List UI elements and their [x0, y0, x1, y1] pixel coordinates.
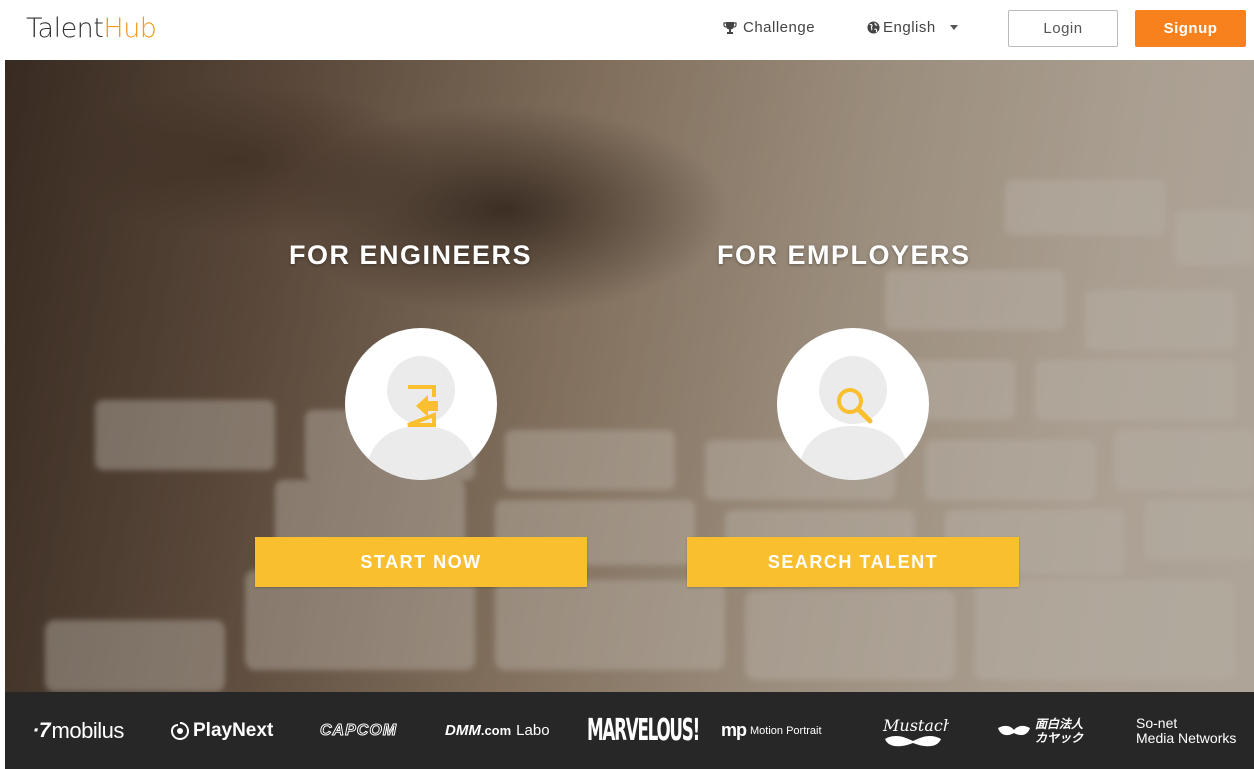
top-header: TalentHub Challenge English Login Signup	[0, 0, 1254, 60]
challenge-label: Challenge	[743, 19, 816, 36]
engineer-avatar-circle	[345, 328, 497, 480]
sponsor-capcom[interactable]: CAPCOM	[319, 692, 398, 769]
for-employers-title: FOR EMPLOYERS	[717, 240, 971, 270]
sponsor-dmm-labo[interactable]: DMM .com Labo	[445, 692, 550, 769]
language-dropdown[interactable]: English	[867, 19, 964, 36]
dmm-dotcom-text: .com	[480, 723, 512, 738]
svg-text:Mustache: Mustache	[882, 716, 949, 735]
sonet-text: So-net	[1136, 714, 1178, 731]
sponsor-motion-portrait[interactable]: mp Motion Portrait	[721, 692, 822, 769]
talenthub-logo[interactable]: TalentHub	[26, 13, 157, 44]
playnext-mark-icon	[170, 721, 190, 740]
trophy-icon	[723, 21, 737, 34]
sponsor-logo-strip: ∙7 mobilus PlayNext CAPCOM DMM .com Labo…	[5, 692, 1254, 769]
login-arrow-icon	[407, 385, 438, 427]
sonet-media-text: Media Networks	[1136, 729, 1237, 746]
kayac-line1-text: 面白法人	[1035, 716, 1084, 731]
magnifier-icon	[837, 388, 873, 424]
dmm-labo-text: Labo	[516, 722, 550, 739]
kayac-mustache-icon	[998, 725, 1030, 735]
sponsor-playnext[interactable]: PlayNext	[170, 692, 273, 769]
dmm-text: DMM	[445, 722, 481, 739]
hero-banner: FOR ENGINEERS START NOW FOR EMPLOYERS SE…	[5, 60, 1254, 692]
mobilus-text: mobilus	[51, 717, 125, 743]
capcom-text: CAPCOM	[319, 721, 398, 739]
sponsor-mustache[interactable]: Mustache	[877, 692, 949, 769]
sponsor-mobilus[interactable]: ∙7 mobilus	[33, 692, 124, 769]
login-button[interactable]: Login	[1008, 10, 1118, 47]
language-label: English	[883, 19, 936, 36]
globe-icon	[867, 21, 880, 34]
mustache-logo-icon: Mustache	[882, 716, 949, 746]
playnext-text: PlayNext	[193, 719, 274, 741]
signup-button[interactable]: Signup	[1135, 10, 1246, 47]
kayac-line2-text: カヤック	[1035, 730, 1084, 745]
caret-down-icon	[949, 25, 958, 30]
sponsor-sonet[interactable]: So-net Media Networks	[1136, 692, 1236, 769]
motion-portrait-text: Motion Portrait	[750, 724, 822, 737]
logo-text-talent: Talent	[26, 13, 104, 44]
mobilus-mark-icon: ∙7	[33, 718, 51, 742]
hero-overlay	[5, 60, 1254, 692]
employer-avatar-circle	[777, 328, 929, 480]
logo-text-hub: Hub	[103, 13, 157, 44]
mp-mark-text: mp	[721, 720, 747, 740]
for-engineers-title: FOR ENGINEERS	[289, 240, 533, 270]
sponsor-kayac[interactable]: 面白法人 カヤック	[997, 692, 1083, 769]
search-talent-button[interactable]: SEARCH TALENT	[687, 537, 1019, 587]
challenge-link[interactable]: Challenge	[723, 19, 815, 36]
start-now-button[interactable]: START NOW	[255, 537, 587, 587]
marvelous-text: MARVELOUS!	[587, 713, 700, 748]
